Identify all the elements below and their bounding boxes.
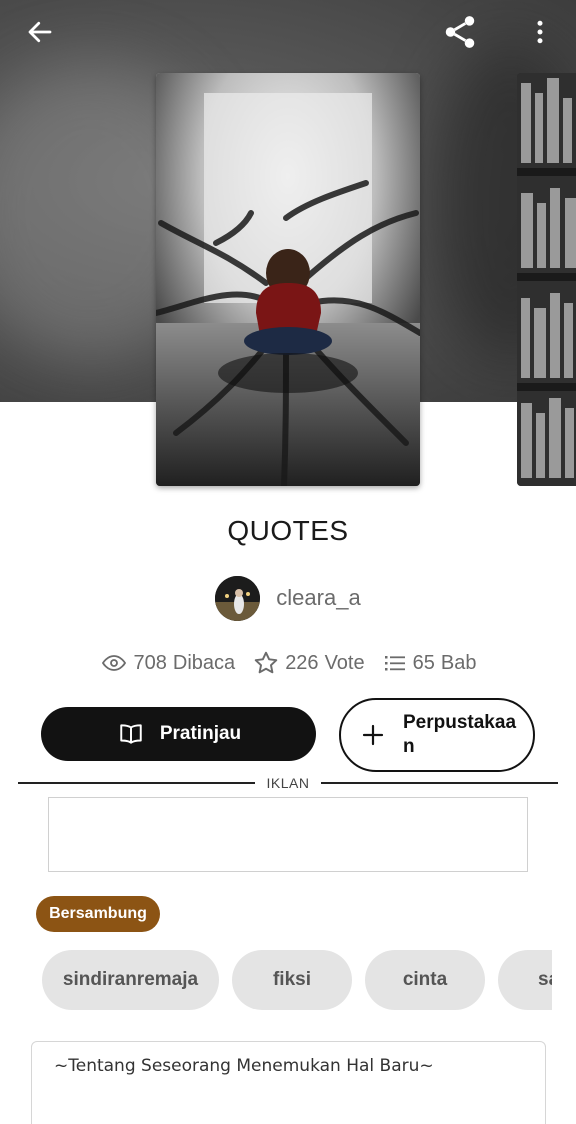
plus-icon — [362, 724, 384, 746]
reads-value: 708 — [133, 651, 167, 674]
avatar-image — [215, 575, 261, 621]
ad-slot[interactable] — [48, 797, 528, 872]
eye-icon — [101, 655, 126, 671]
author-row[interactable]: cleara_a — [0, 575, 576, 621]
preview-label: Pratinjau — [159, 723, 242, 744]
tag-chip[interactable]: sa — [498, 950, 552, 1010]
tag-chip[interactable]: fiksi — [232, 950, 352, 1010]
reads-label: Dibaca — [172, 651, 236, 674]
story-title: QUOTES — [227, 515, 349, 546]
share-icon — [445, 16, 475, 48]
story-description: ~Tentang Seseorang Menemukan Hal Baru~ — [54, 1056, 434, 1076]
reads-stat: 708 Dibaca — [100, 651, 236, 675]
author-avatar[interactable] — [215, 575, 261, 621]
votes-value: 226 — [285, 651, 319, 674]
more-vertical-icon — [537, 20, 543, 44]
book-cover[interactable] — [156, 73, 420, 486]
back-button[interactable] — [20, 12, 60, 52]
ad-label: IKLAN — [266, 775, 310, 791]
next-book-cover[interactable] — [517, 73, 576, 486]
more-options-button[interactable] — [520, 12, 560, 52]
preview-button[interactable]: Pratinjau — [41, 707, 316, 761]
tag-chip[interactable]: sindiranremaja — [42, 950, 219, 1010]
votes-label: Vote — [324, 651, 365, 674]
star-icon — [254, 651, 278, 674]
cover-artwork — [156, 73, 420, 486]
share-button[interactable] — [440, 12, 480, 52]
story-description-box: ~Tentang Seseorang Menemukan Hal Baru~ — [31, 1041, 546, 1124]
bookshelf-artwork — [517, 73, 576, 486]
story-stats: 708 Dibaca 226 Vote 65 Bab — [0, 648, 576, 678]
add-to-library-button[interactable]: Perpustakaan — [339, 698, 535, 772]
author-name[interactable]: cleara_a — [276, 585, 360, 611]
tag-chip[interactable]: cinta — [365, 950, 485, 1010]
add-to-library-label: Perpustakaan — [403, 712, 517, 757]
tags-row[interactable]: sindiranremaja fiksi cinta sa — [42, 950, 552, 1010]
chapters-label: Bab — [440, 651, 477, 674]
chapters-stat: 65 Bab — [383, 651, 477, 675]
status-badge: Bersambung — [36, 896, 160, 932]
chapters-value: 65 — [412, 651, 435, 674]
arrow-left-icon — [28, 21, 52, 43]
open-book-icon — [120, 724, 142, 744]
top-bar — [0, 0, 576, 64]
list-icon — [384, 656, 405, 671]
votes-stat: 226 Vote — [253, 650, 365, 676]
